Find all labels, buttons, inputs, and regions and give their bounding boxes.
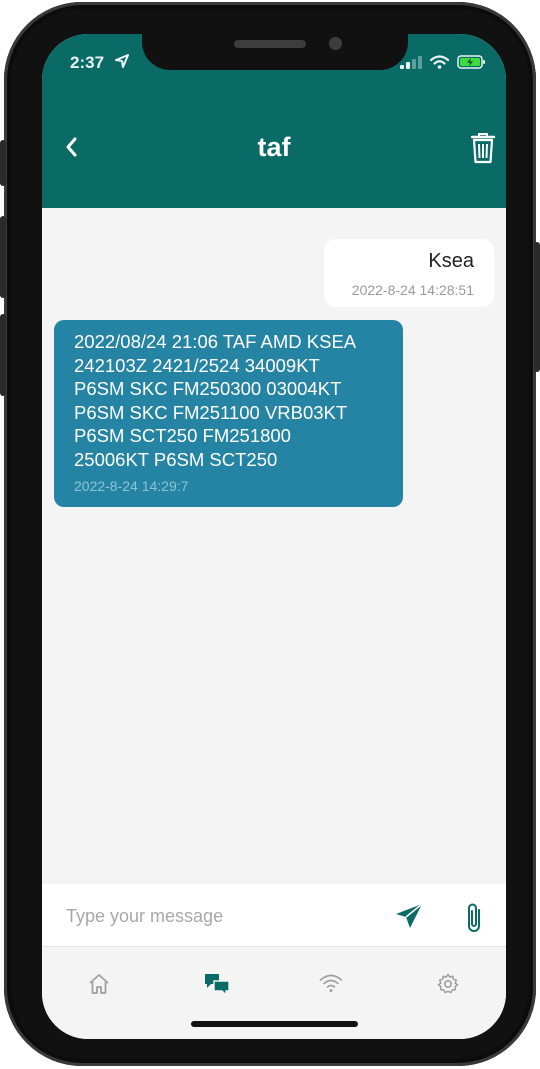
location-arrow-icon	[115, 54, 129, 68]
chat-bubbles-icon[interactable]	[204, 973, 230, 997]
mute-switch	[0, 140, 6, 186]
app-screen: 2:37 taf Ksea 2022-8-24 14:28:51 2022/08…	[42, 34, 506, 1039]
home-indicator	[191, 1021, 358, 1027]
send-icon[interactable]	[394, 902, 424, 930]
notch	[142, 30, 408, 70]
outgoing-message[interactable]: Ksea 2022-8-24 14:28:51	[324, 239, 494, 307]
power-button	[534, 242, 540, 372]
gear-icon[interactable]	[437, 973, 459, 995]
incoming-message[interactable]: 2022/08/24 21:06 TAF AMD KSEA 242103Z 24…	[54, 320, 403, 507]
battery-charging-icon	[457, 55, 485, 69]
front-camera	[329, 37, 342, 50]
paperclip-icon[interactable]	[463, 900, 485, 936]
home-icon[interactable]	[88, 973, 110, 995]
trash-icon[interactable]	[470, 132, 496, 164]
message-composer	[42, 884, 506, 947]
speaker-grille	[234, 40, 306, 48]
message-timestamp: 2022-8-24 14:28:51	[351, 282, 474, 298]
page-title: taf	[257, 132, 291, 162]
status-indicators	[400, 55, 486, 69]
status-time: 2:37	[70, 53, 105, 72]
phone-frame: 2:37 taf Ksea 2022-8-24 14:28:51 2022/08…	[0, 2, 540, 1066]
volume-down-button	[0, 314, 6, 396]
wifi-icon	[430, 55, 449, 69]
message-text: 2022/08/24 21:06 TAF AMD KSEA 242103Z 24…	[74, 331, 357, 470]
wifi-icon[interactable]	[319, 973, 343, 993]
message-timestamp: 2022-8-24 14:29:7	[74, 478, 189, 494]
volume-up-button	[0, 216, 6, 298]
message-input[interactable]	[64, 898, 368, 934]
message-text: Ksea	[428, 250, 474, 272]
